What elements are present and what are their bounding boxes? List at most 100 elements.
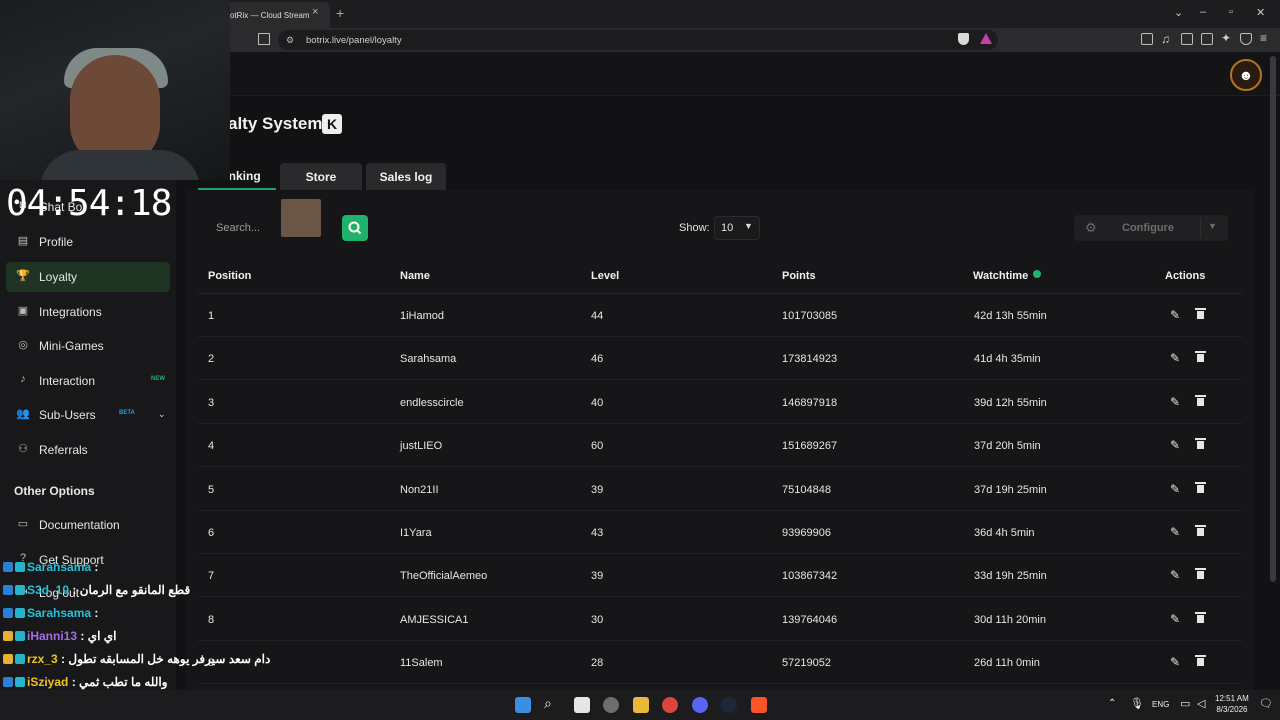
- edit-icon[interactable]: ✎: [1170, 525, 1180, 539]
- sidebar-item-mini-games[interactable]: ◎ Mini-Games: [6, 331, 170, 361]
- brave-icon[interactable]: [751, 697, 767, 713]
- chat-separator: :: [57, 652, 69, 666]
- discord-icon[interactable]: [692, 697, 708, 713]
- tab-sales-log[interactable]: Sales log: [366, 163, 446, 191]
- sidebar-item-referrals[interactable]: ⚇ Referrals: [6, 435, 170, 465]
- configure-label: Configure: [1122, 222, 1174, 234]
- chat-badge-icon: [3, 677, 13, 687]
- tray-chevron-icon[interactable]: ⌃: [1108, 698, 1116, 709]
- new-tab-icon[interactable]: +: [336, 5, 344, 21]
- chat-separator: :: [77, 629, 88, 643]
- site-settings-icon[interactable]: ⚙: [286, 35, 294, 46]
- user-avatar[interactable]: ☻: [1230, 59, 1262, 91]
- start-icon[interactable]: [515, 697, 531, 713]
- cell-points: 57219052: [782, 657, 831, 670]
- referrals-icon: ⚇: [18, 443, 28, 455]
- gear-icon: ⚙: [1085, 220, 1097, 235]
- chat-badge-icon: [3, 631, 13, 641]
- cell-watchtime: 26d 11h 0min: [974, 657, 1040, 670]
- maximize-icon[interactable]: ▫: [1229, 6, 1233, 18]
- edit-icon[interactable]: ✎: [1170, 655, 1180, 669]
- sidebar-section-other-options: Other Options: [14, 484, 95, 498]
- minimize-icon[interactable]: –: [1200, 6, 1206, 18]
- trash-icon[interactable]: [1195, 481, 1206, 493]
- edit-icon[interactable]: ✎: [1170, 395, 1180, 409]
- taskbar-search-icon[interactable]: ⌕: [544, 695, 552, 712]
- sidebar-item-loyalty[interactable]: 🏆 Loyalty: [6, 262, 170, 292]
- cell-watchtime: 37d 20h 5min: [974, 440, 1041, 453]
- steam-icon[interactable]: [721, 697, 737, 713]
- chat-badge-icon: [15, 677, 25, 687]
- cell-name: I1Yara: [400, 527, 432, 539]
- sidebar-item-sub-users[interactable]: 👥 Sub-Users BETA ⌄: [6, 400, 170, 430]
- menu-icon[interactable]: ≡: [1260, 31, 1267, 45]
- page-size-select[interactable]: 10: [714, 216, 760, 240]
- configure-dropdown-chevron-icon[interactable]: ▼: [1208, 221, 1217, 231]
- extensions-icon[interactable]: [1141, 33, 1153, 45]
- edit-icon[interactable]: ✎: [1170, 612, 1180, 626]
- page-title: alty System: [228, 114, 323, 133]
- vpn-icon[interactable]: [1240, 33, 1252, 45]
- cell-points: 139764046: [782, 613, 838, 626]
- obs-icon[interactable]: [603, 697, 619, 713]
- trash-icon[interactable]: [1195, 308, 1206, 319]
- language-indicator[interactable]: ENG: [1152, 700, 1169, 709]
- edit-icon[interactable]: ✎: [1170, 438, 1180, 452]
- sidebar-item-profile[interactable]: ▤ Profile: [6, 227, 170, 257]
- system-clock[interactable]: 12:51 AM 8/3/2026: [1215, 693, 1249, 715]
- edit-icon[interactable]: ✎: [1170, 308, 1180, 322]
- cell-position: 2: [208, 353, 215, 366]
- sidebar-item-interaction[interactable]: ♪ Interaction NEW: [6, 366, 170, 396]
- brave-shield-icon[interactable]: [958, 33, 969, 45]
- page-scrollbar[interactable]: [1270, 56, 1276, 582]
- tab-list-chevron-icon[interactable]: ⌄: [1174, 6, 1183, 19]
- edit-icon[interactable]: ✎: [1170, 351, 1180, 365]
- wallet-icon[interactable]: [1201, 33, 1213, 45]
- info-icon[interactable]: [1033, 270, 1041, 278]
- edit-icon[interactable]: ✎: [1170, 482, 1180, 496]
- search-icon: [348, 221, 362, 235]
- cell-watchtime: 39d 12h 55min: [974, 396, 1047, 409]
- cell-position: 3: [208, 396, 215, 409]
- microphone-icon[interactable]: 🎙: [1130, 697, 1144, 710]
- network-icon[interactable]: ▭: [1180, 697, 1190, 710]
- chat-badge-icon: [3, 562, 13, 572]
- webcam-face: [70, 55, 160, 165]
- chat-username: iHanni13: [27, 629, 78, 643]
- bookmark-icon[interactable]: [258, 33, 270, 45]
- sidebar-item-label: Referrals: [39, 443, 88, 457]
- chat-separator: :: [69, 583, 80, 597]
- store-icon[interactable]: [574, 697, 590, 713]
- chat-message: Sarahsama :: [3, 560, 98, 580]
- search-button[interactable]: [342, 215, 368, 241]
- trash-icon[interactable]: [1195, 351, 1206, 363]
- chat-message: rzx_3 : دام سعد سيرفر يوهه خل المسابقه ت…: [3, 652, 270, 672]
- brave-rewards-icon[interactable]: [980, 33, 992, 44]
- profile-icon: ▤: [17, 235, 29, 247]
- tab-close-icon[interactable]: ×: [312, 6, 318, 18]
- trash-icon[interactable]: [1195, 611, 1206, 623]
- table-row: 2 Sarahsama 46 173814923 41d 4h 35min ✎: [198, 337, 1242, 381]
- window-close-icon[interactable]: ✕: [1256, 6, 1265, 19]
- file-explorer-icon[interactable]: [633, 697, 649, 713]
- leo-ai-icon[interactable]: ✦: [1221, 31, 1231, 45]
- chevron-down-icon[interactable]: ⌄: [158, 409, 166, 420]
- trophy-icon: 🏆: [16, 270, 30, 282]
- trash-icon[interactable]: [1195, 525, 1206, 536]
- media-icon[interactable]: ♫: [1161, 32, 1170, 46]
- notifications-icon[interactable]: 🗨: [1259, 697, 1273, 710]
- chat-separator: :: [68, 675, 80, 689]
- chrome-icon[interactable]: [662, 697, 678, 713]
- trash-icon[interactable]: [1195, 568, 1206, 580]
- sidebar-item-documentation[interactable]: ▭ Documentation: [6, 510, 170, 540]
- volume-icon[interactable]: ◁: [1197, 697, 1205, 710]
- tab-store[interactable]: Store: [280, 163, 362, 191]
- trash-icon[interactable]: [1195, 438, 1206, 450]
- edit-icon[interactable]: ✎: [1170, 568, 1180, 582]
- chat-badge-icon: [3, 585, 13, 595]
- sidebar-item-integrations[interactable]: ▣ Integrations: [6, 297, 170, 327]
- sidebar-toggle-icon[interactable]: [1181, 33, 1193, 45]
- trash-icon[interactable]: [1195, 394, 1206, 406]
- cell-points: 151689267: [782, 440, 838, 453]
- trash-icon[interactable]: [1195, 655, 1206, 667]
